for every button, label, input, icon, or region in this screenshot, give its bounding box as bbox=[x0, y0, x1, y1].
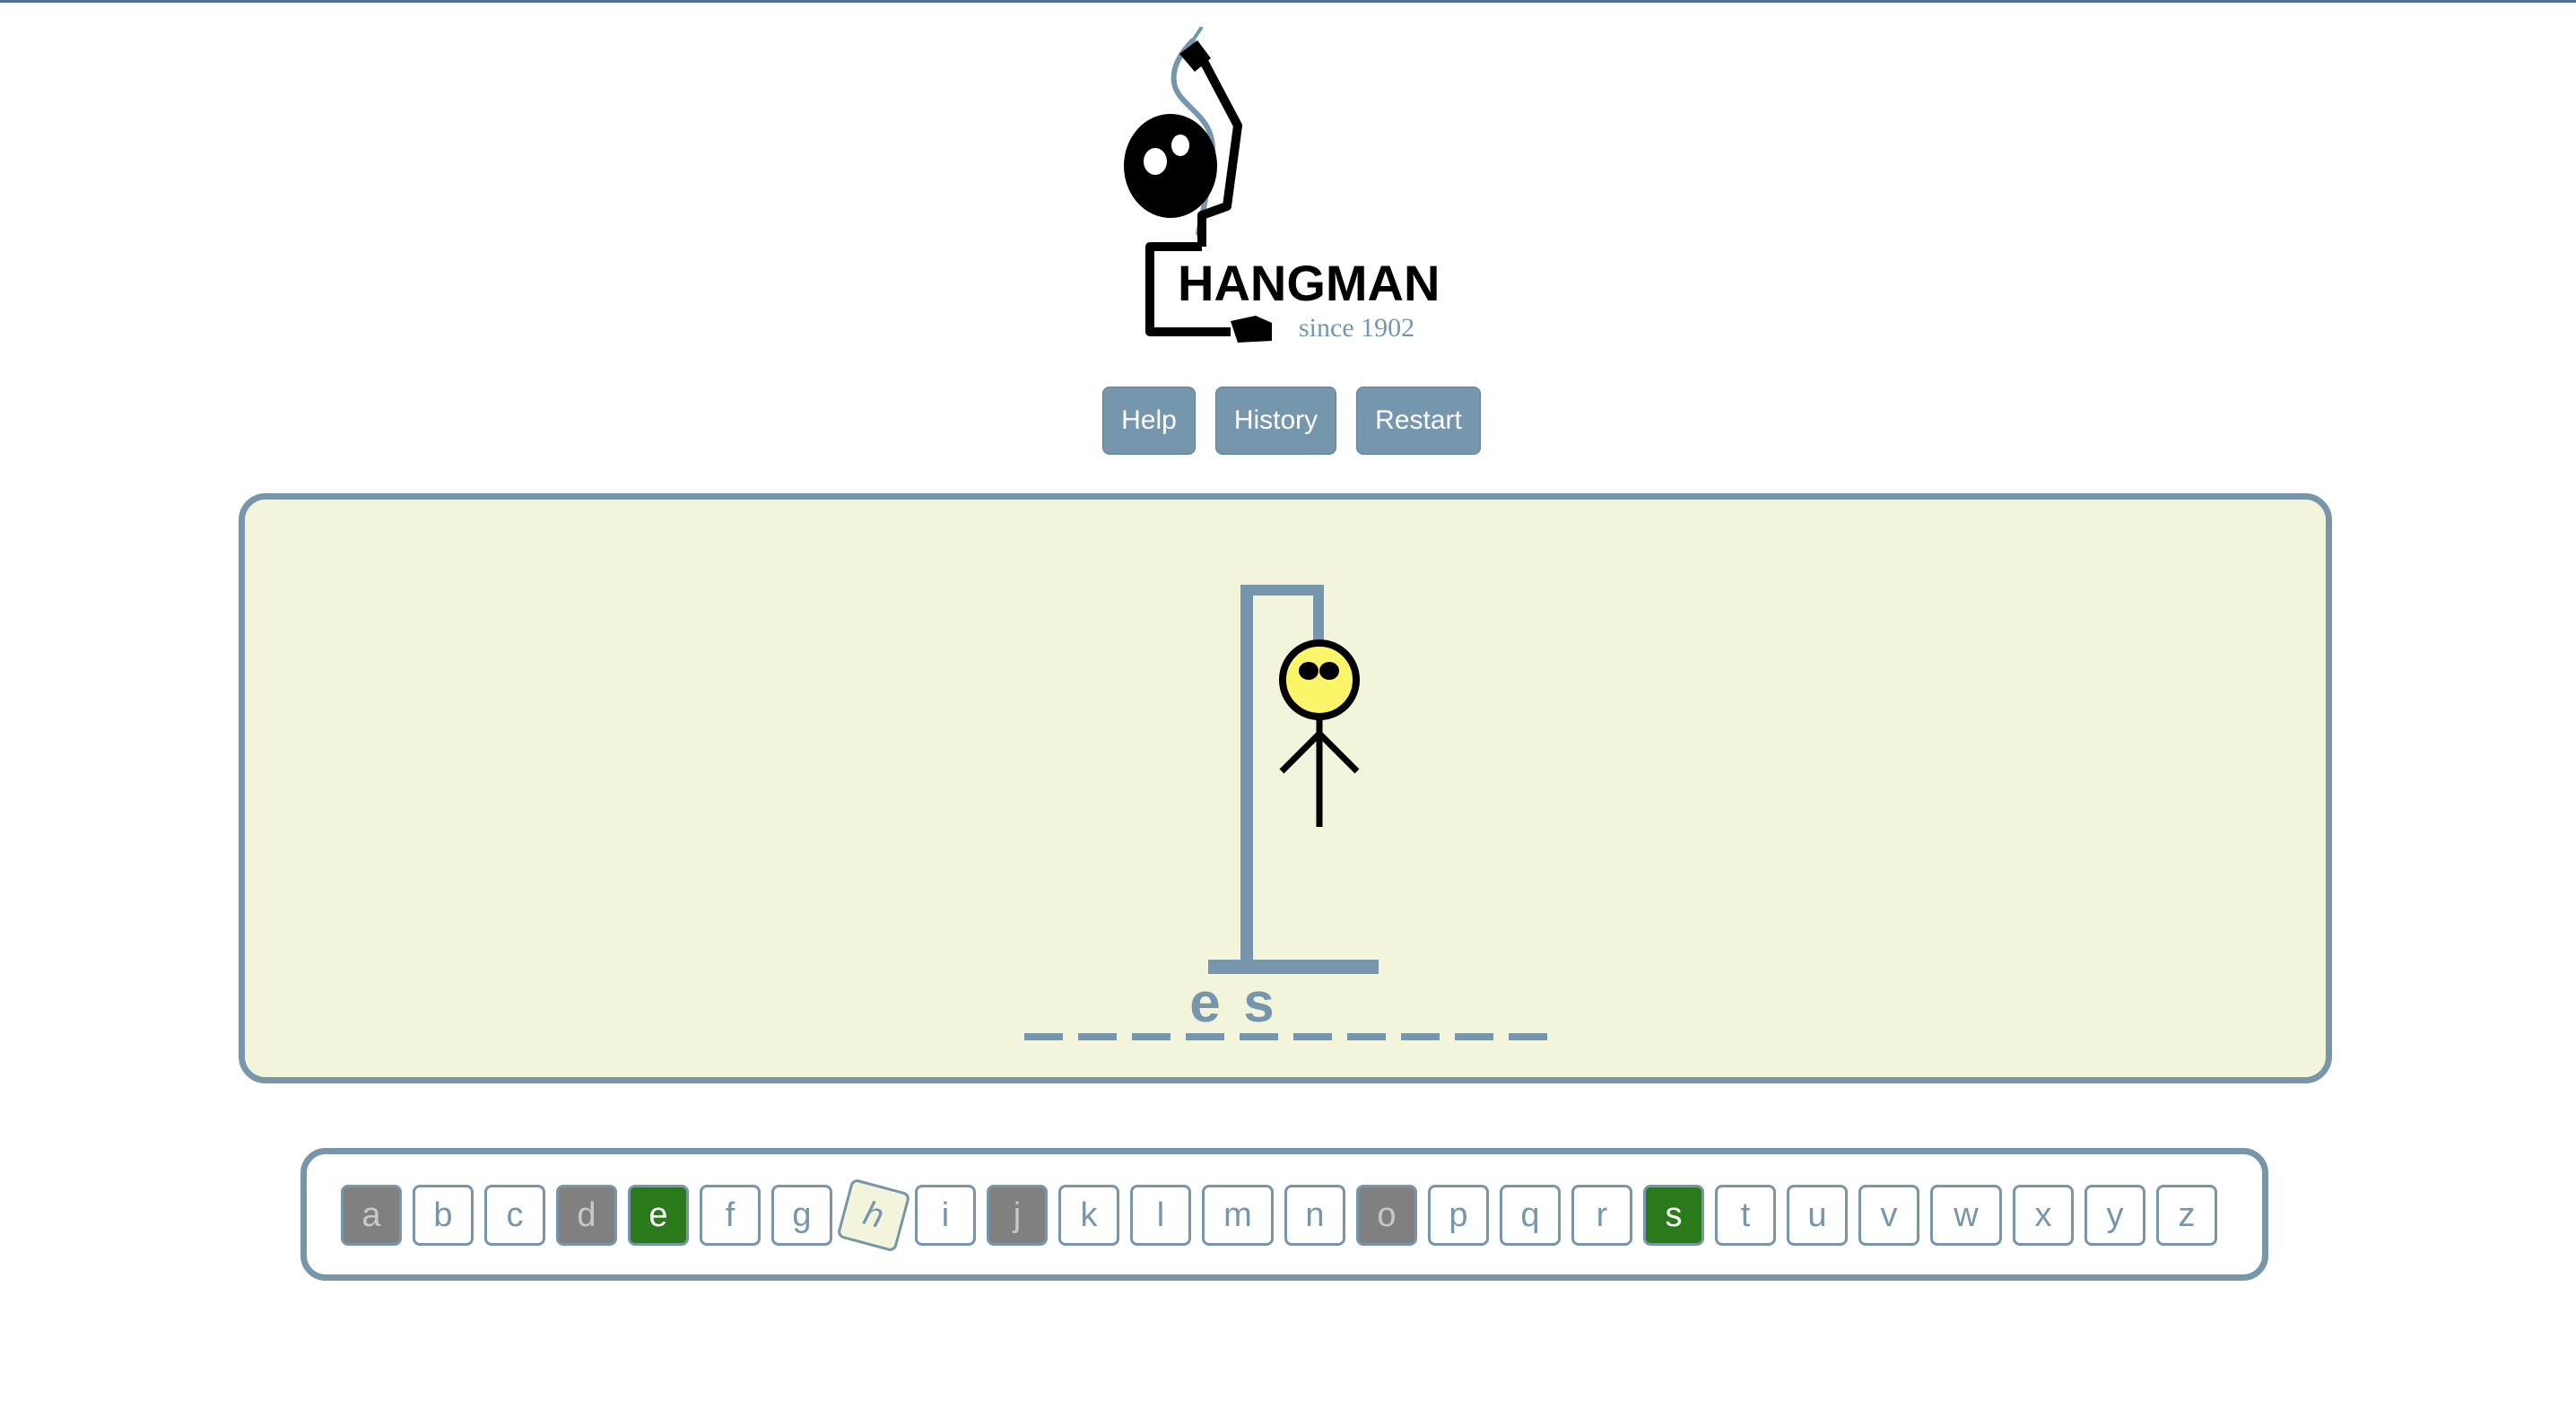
key-x[interactable]: x bbox=[2013, 1185, 2074, 1246]
letter-slot bbox=[1023, 976, 1065, 1040]
letter-slot bbox=[1130, 976, 1172, 1040]
slot-letter: s bbox=[1243, 972, 1275, 1034]
letter-slot bbox=[1292, 976, 1334, 1040]
key-p[interactable]: p bbox=[1428, 1185, 1489, 1246]
slot-underline bbox=[1024, 1033, 1063, 1040]
key-m[interactable]: m bbox=[1202, 1185, 1274, 1246]
gallows-rope bbox=[1313, 585, 1324, 642]
letter-slot bbox=[1345, 976, 1388, 1040]
key-s[interactable]: s bbox=[1643, 1185, 1704, 1246]
letter-slot: e bbox=[1184, 976, 1226, 1040]
slot-underline bbox=[1240, 1033, 1278, 1040]
key-d[interactable]: d bbox=[556, 1185, 617, 1246]
key-v[interactable]: v bbox=[1858, 1185, 1919, 1246]
letter-slot bbox=[1453, 976, 1495, 1040]
letter-slot bbox=[1507, 976, 1549, 1040]
key-j[interactable]: j bbox=[987, 1185, 1048, 1246]
key-g[interactable]: g bbox=[771, 1185, 832, 1246]
slot-underline bbox=[1186, 1033, 1224, 1040]
letter-slot: s bbox=[1238, 976, 1280, 1040]
slot-underline bbox=[1078, 1033, 1117, 1040]
key-q[interactable]: q bbox=[1500, 1185, 1561, 1246]
slot-underline bbox=[1509, 1033, 1547, 1040]
key-w[interactable]: w bbox=[1930, 1185, 2002, 1246]
key-f[interactable]: f bbox=[700, 1185, 761, 1246]
key-z[interactable]: z bbox=[2156, 1185, 2217, 1246]
slot-underline bbox=[1293, 1033, 1332, 1040]
hangman-left-eye bbox=[1299, 662, 1318, 680]
gallows-beam bbox=[1240, 585, 1324, 596]
hangman-right-arm bbox=[1317, 731, 1360, 774]
word-display: es bbox=[1023, 976, 1549, 1040]
letter-slot bbox=[1399, 976, 1441, 1040]
key-o[interactable]: o bbox=[1356, 1185, 1417, 1246]
key-r[interactable]: r bbox=[1571, 1185, 1632, 1246]
gallows-post bbox=[1240, 585, 1253, 966]
slot-underline bbox=[1455, 1033, 1493, 1040]
slot-underline bbox=[1401, 1033, 1440, 1040]
hangman-left-arm bbox=[1279, 731, 1322, 774]
key-y[interactable]: y bbox=[2084, 1185, 2145, 1246]
key-e[interactable]: e bbox=[628, 1185, 689, 1246]
slot-underline bbox=[1347, 1033, 1386, 1040]
key-u[interactable]: u bbox=[1787, 1185, 1848, 1246]
slot-letter: e bbox=[1189, 972, 1221, 1034]
key-a[interactable]: a bbox=[341, 1185, 402, 1246]
key-i[interactable]: i bbox=[915, 1185, 976, 1246]
hangman-head bbox=[1279, 639, 1360, 720]
key-h[interactable]: h bbox=[836, 1178, 911, 1253]
key-b[interactable]: b bbox=[413, 1185, 474, 1246]
letter-slot bbox=[1076, 976, 1118, 1040]
key-l[interactable]: l bbox=[1130, 1185, 1191, 1246]
letter-keyboard: abcdefghijklmnopqrstuvwxyz bbox=[300, 1148, 2268, 1281]
key-n[interactable]: n bbox=[1284, 1185, 1345, 1246]
gallows-base bbox=[1208, 960, 1379, 974]
key-t[interactable]: t bbox=[1715, 1185, 1776, 1246]
slot-underline bbox=[1132, 1033, 1171, 1040]
key-c[interactable]: c bbox=[484, 1185, 545, 1246]
hangman-right-eye bbox=[1319, 662, 1339, 680]
key-k[interactable]: k bbox=[1058, 1185, 1119, 1246]
